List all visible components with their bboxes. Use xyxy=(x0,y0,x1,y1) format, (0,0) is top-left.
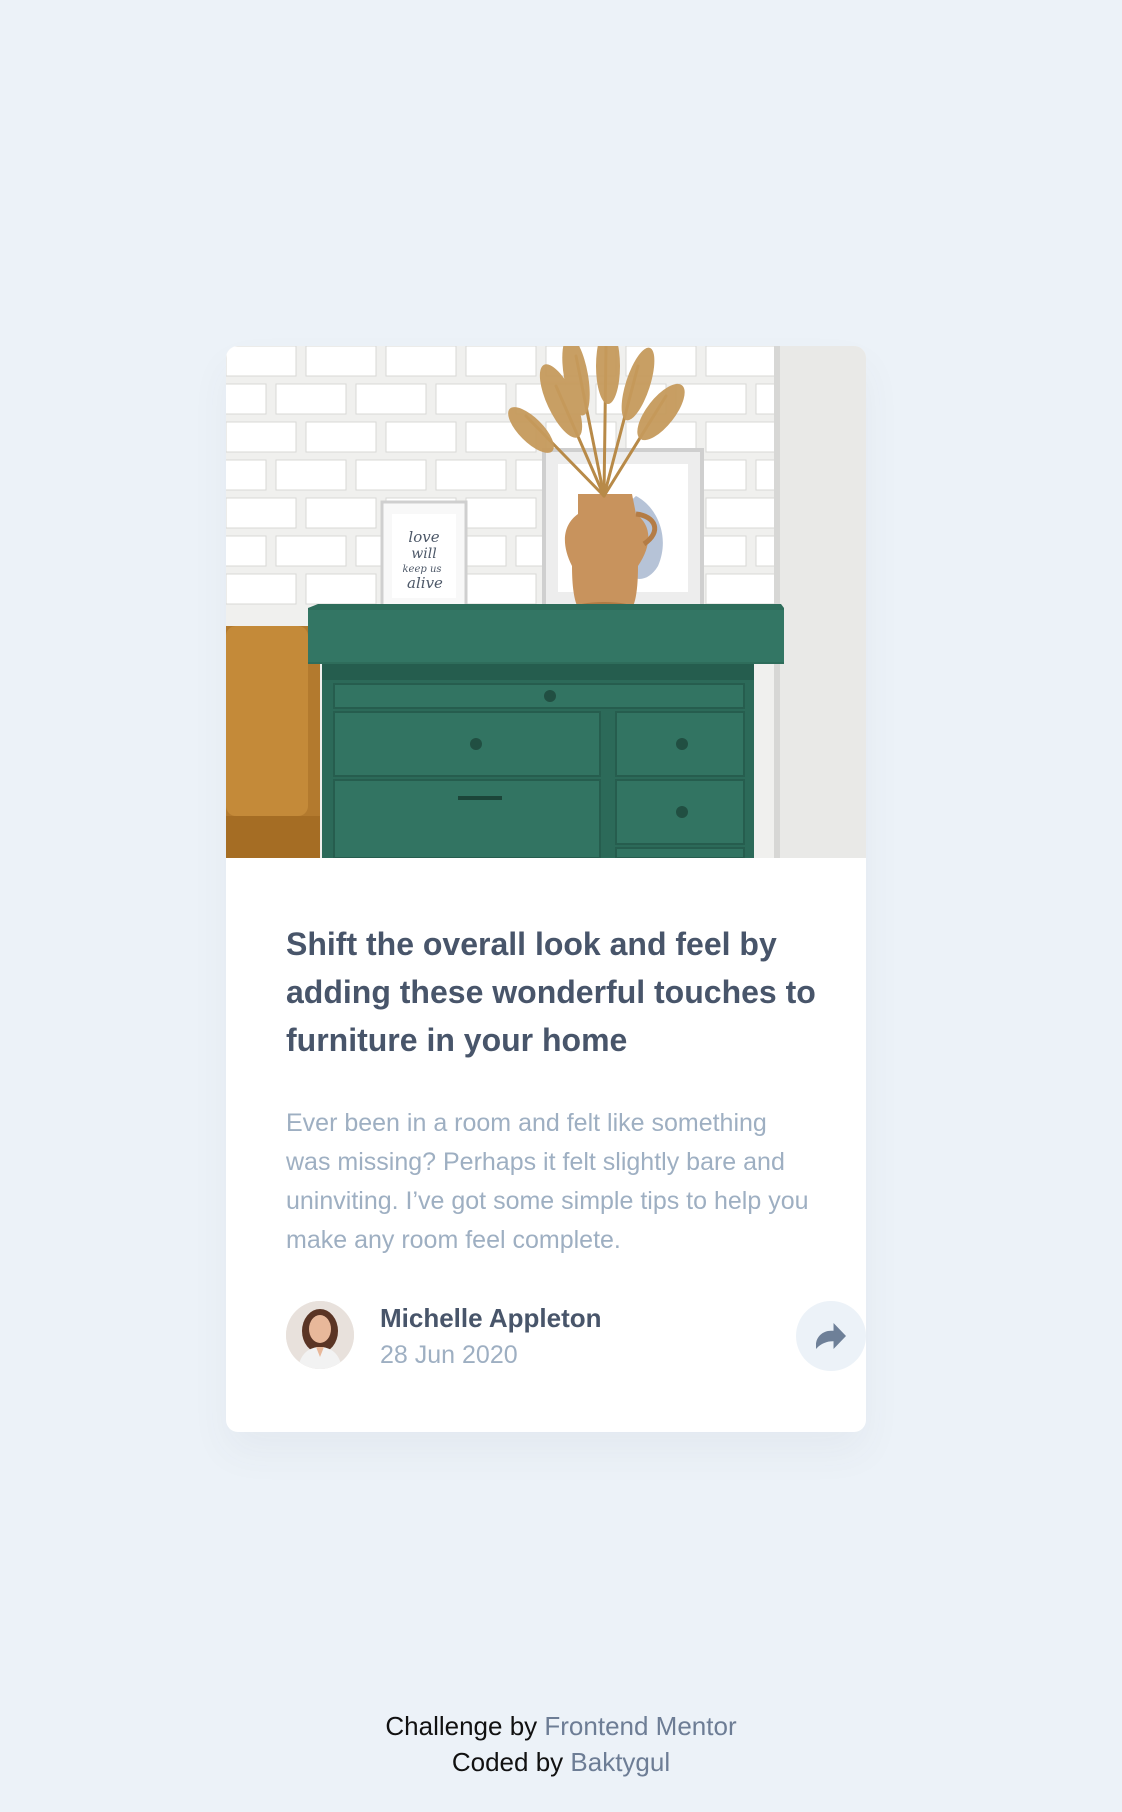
author-name: Michelle Appleton xyxy=(380,1303,602,1333)
article-title: Shift the overall look and feel by addin… xyxy=(286,926,816,1058)
attribution-challenge-prefix: Challenge by xyxy=(385,1711,538,1741)
drawers-image: love will keep us alive xyxy=(226,346,866,858)
share-button[interactable] xyxy=(796,1301,866,1371)
author-row: Michelle Appleton 28 Jun 2020 xyxy=(286,1301,866,1371)
attribution-line-2: Coded by Baktygul xyxy=(0,1744,1122,1780)
frontend-mentor-link[interactable]: Frontend Mentor xyxy=(544,1711,736,1741)
avatar-photo-icon xyxy=(286,1301,354,1369)
frame-text-4: alive xyxy=(407,574,443,592)
publish-date: 28 Jun 2020 xyxy=(380,1341,518,1369)
frame-text-2: will xyxy=(411,546,436,562)
attribution-coded-prefix: Coded by xyxy=(451,1747,564,1777)
attribution-line-1: Challenge by Frontend Mentor xyxy=(0,1708,1122,1744)
drawers-photo: love will keep us alive xyxy=(226,346,866,858)
author-avatar xyxy=(286,1301,354,1369)
share-icon xyxy=(816,1323,846,1349)
card-body: Shift the overall look and feel by addin… xyxy=(286,920,816,1064)
attribution: Challenge by Frontend Mentor Coded by Ba… xyxy=(0,1708,1122,1780)
frame-text-1: love xyxy=(408,528,439,546)
article-preview-card: love will keep us alive Shift the overal… xyxy=(226,346,866,1432)
article-description: Ever been in a room and felt like someth… xyxy=(286,1109,809,1254)
author-github-link[interactable]: Baktygul xyxy=(570,1747,670,1777)
